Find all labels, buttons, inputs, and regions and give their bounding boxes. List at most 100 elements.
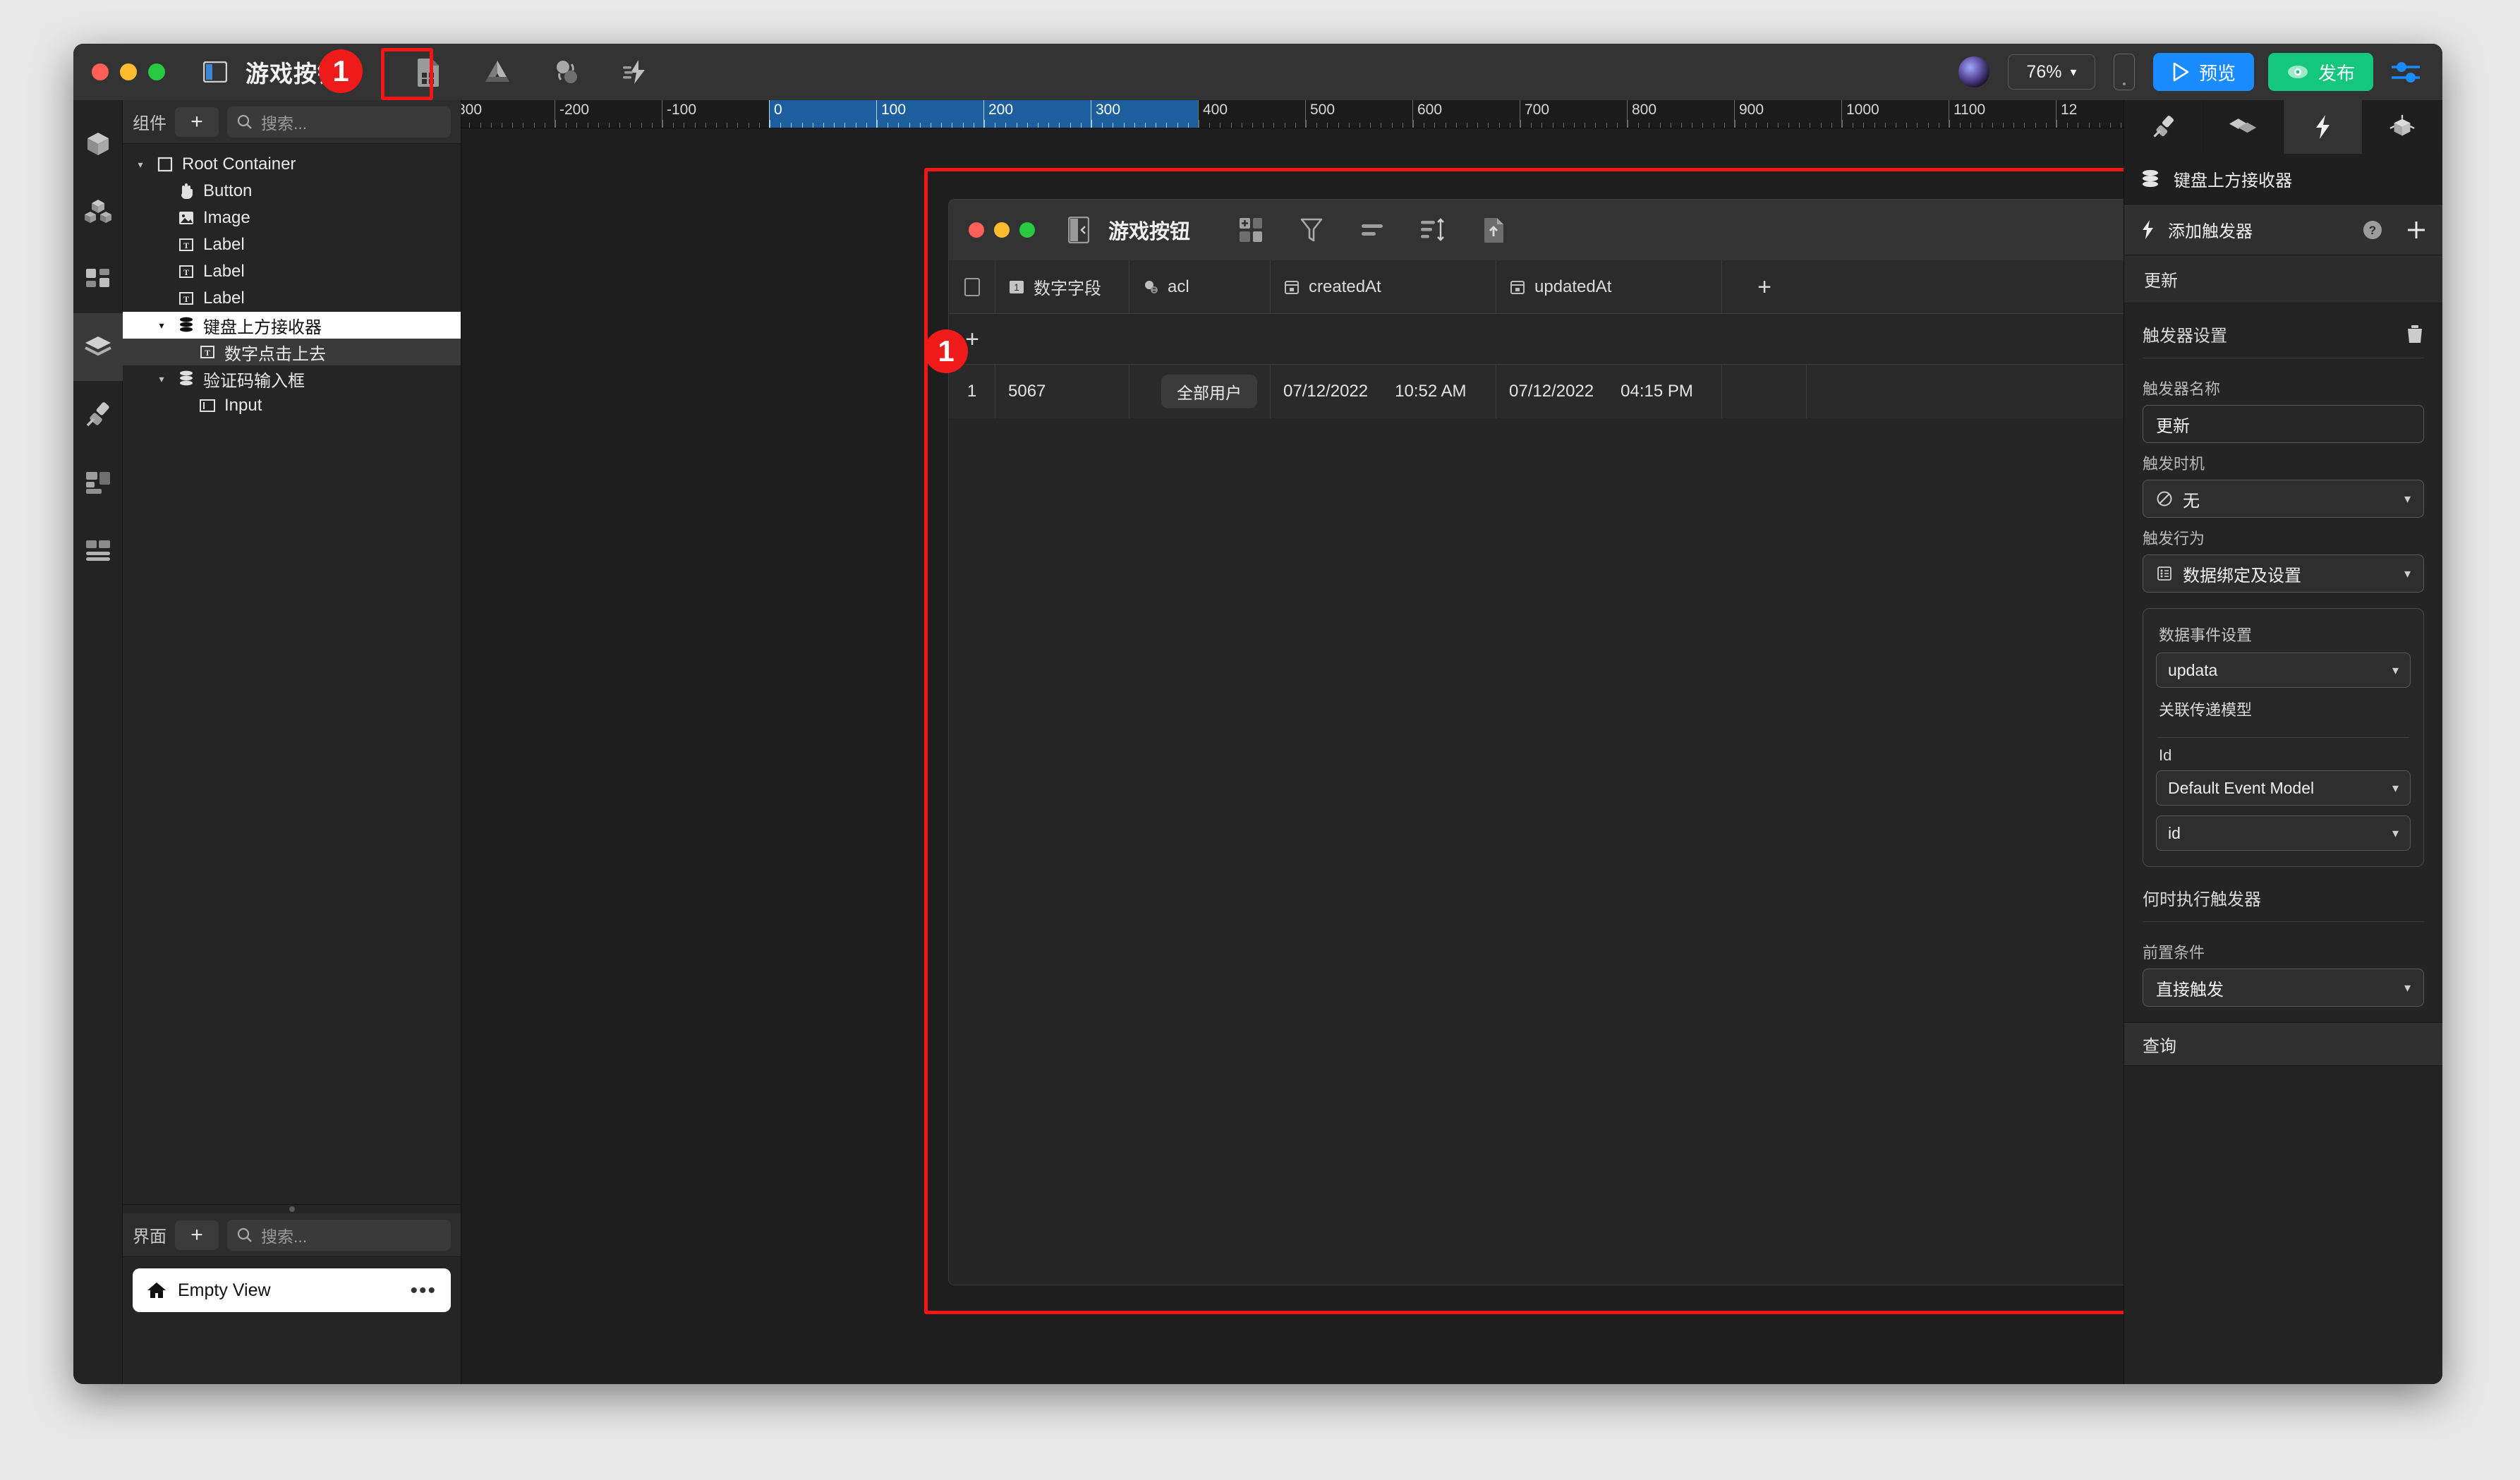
tab-style[interactable] bbox=[2124, 100, 2204, 154]
sync-icon[interactable] bbox=[545, 51, 588, 92]
event-field-select[interactable]: id ▾ bbox=[2156, 815, 2411, 851]
sort-order-icon[interactable] bbox=[1413, 210, 1453, 250]
table-header-updated-label: updatedAt bbox=[1534, 277, 1612, 296]
table-header-created[interactable]: createdAt bbox=[1271, 260, 1496, 313]
rail-list-layout-icon[interactable] bbox=[73, 516, 123, 584]
trash-icon bbox=[2408, 324, 2422, 343]
svg-text:T: T bbox=[183, 267, 189, 277]
checkbox-icon[interactable] bbox=[964, 277, 980, 296]
rail-component-icon[interactable] bbox=[73, 110, 123, 178]
row-created-cell[interactable]: 07/12/2022 10:52 AM bbox=[1271, 365, 1496, 418]
tree-item-5[interactable]: T Label bbox=[123, 285, 461, 312]
calendar-icon bbox=[1510, 280, 1525, 294]
table-row[interactable]: 1 5067 全部用户 07/12/2022 10:52 AM 07/12/20… bbox=[949, 365, 2124, 418]
trigger-action-select[interactable]: 数据绑定及设置 ▾ bbox=[2143, 554, 2424, 593]
tree-item-6[interactable]: ▾ 键盘上方接收器 bbox=[123, 312, 461, 339]
tree-item-4[interactable]: T Label bbox=[123, 258, 461, 285]
tab-layers[interactable] bbox=[2204, 100, 2284, 154]
trigger-timing-select[interactable]: 无 ▾ bbox=[2143, 480, 2424, 518]
add-component-button[interactable]: + bbox=[175, 107, 219, 137]
rail-components-group-icon[interactable] bbox=[73, 178, 123, 245]
rail-paintbrush-icon[interactable] bbox=[73, 381, 123, 449]
spreadsheet-icon[interactable] bbox=[406, 51, 450, 92]
tree-item-3[interactable]: T Label bbox=[123, 231, 461, 258]
publish-button[interactable]: 发布 bbox=[2267, 53, 2373, 91]
svg-text:1: 1 bbox=[1014, 281, 1019, 293]
chevron-down-icon[interactable]: ▾ bbox=[133, 159, 148, 171]
tree-item-2[interactable]: Image bbox=[123, 205, 461, 231]
row-updated-cell[interactable]: 07/12/2022 04:15 PM bbox=[1496, 365, 1722, 418]
list-item[interactable]: Empty View ••• bbox=[133, 1268, 451, 1312]
tab-components[interactable] bbox=[2363, 100, 2442, 154]
ruler-segment: 1100 bbox=[1949, 100, 2056, 128]
panel-collapse-icon[interactable] bbox=[1059, 210, 1098, 250]
view-search-input[interactable]: 搜索... bbox=[227, 1219, 451, 1251]
calendar-icon bbox=[1285, 280, 1299, 294]
dt-maximize-button[interactable] bbox=[1019, 222, 1035, 238]
rail-layers-icon[interactable] bbox=[73, 313, 123, 381]
tree-item-label: 键盘上方接收器 bbox=[203, 317, 322, 337]
sidebar-toggle-icon[interactable] bbox=[193, 51, 237, 92]
minimize-window-button[interactable] bbox=[120, 63, 137, 80]
dt-minimize-button[interactable] bbox=[994, 222, 1010, 238]
trigger-list-item[interactable]: 更新 bbox=[2124, 255, 2442, 303]
lightning-fast-icon[interactable] bbox=[614, 51, 658, 92]
tree-item-8[interactable]: ▾ 验证码输入框 bbox=[123, 365, 461, 392]
plus-icon bbox=[2408, 221, 2425, 238]
event-model-select[interactable]: Default Event Model ▾ bbox=[2156, 770, 2411, 806]
rail-layout-icon[interactable] bbox=[73, 449, 123, 516]
sort-lines-icon[interactable] bbox=[1352, 210, 1392, 250]
panel-resize-grip[interactable] bbox=[123, 1205, 461, 1213]
add-column-icon[interactable] bbox=[1231, 210, 1271, 250]
query-section[interactable]: 查询 bbox=[2124, 1022, 2442, 1066]
upload-file-icon[interactable] bbox=[1474, 210, 1513, 250]
filter-icon[interactable] bbox=[1292, 210, 1331, 250]
created-date: 07/12/2022 bbox=[1283, 382, 1369, 401]
settings-sliders-icon[interactable] bbox=[2387, 54, 2424, 90]
rail-grid-icon[interactable] bbox=[73, 245, 123, 313]
design-canvas[interactable]: 1 游戏按钮 1 数字字段 acl createdAt updatedAt + … bbox=[461, 128, 2124, 1384]
dt-close-button[interactable] bbox=[969, 222, 984, 238]
add-column-button[interactable]: + bbox=[1722, 260, 1807, 313]
table-add-row[interactable]: + bbox=[949, 314, 2124, 365]
data-event-select[interactable]: updata ▾ bbox=[2156, 653, 2411, 688]
row-acl-cell[interactable]: 全部用户 bbox=[1129, 365, 1271, 418]
chevron-down-icon[interactable]: ▾ bbox=[154, 373, 169, 385]
app-body: 组件 + 搜索... ▾ Root Container Button Image T La… bbox=[73, 100, 2442, 1384]
table-header-updated[interactable]: updatedAt bbox=[1496, 260, 1722, 313]
user-avatar[interactable] bbox=[1958, 56, 1989, 87]
zoom-level-selector[interactable]: 76% ▾ bbox=[2007, 54, 2095, 90]
row-num-value[interactable]: 5067 bbox=[995, 365, 1129, 418]
preview-button[interactable]: 预览 bbox=[2152, 53, 2254, 91]
tab-triggers[interactable] bbox=[2283, 100, 2363, 154]
tree-item-9[interactable]: Input bbox=[123, 392, 461, 419]
svg-text:T: T bbox=[183, 241, 189, 250]
component-box-icon bbox=[2389, 114, 2415, 136]
tree-item-7[interactable]: T 数字点击上去 bbox=[123, 339, 461, 365]
query-section-label: 查询 bbox=[2143, 1036, 2176, 1056]
add-view-button[interactable]: + bbox=[175, 1220, 219, 1250]
tree-item-label: Input bbox=[224, 396, 262, 415]
view-search-placeholder: 搜索... bbox=[261, 1227, 308, 1246]
tree-item-label: 数字点击上去 bbox=[224, 344, 326, 364]
device-preview-button[interactable] bbox=[2113, 54, 2135, 90]
chevron-down-icon[interactable]: ▾ bbox=[154, 320, 169, 332]
maximize-window-button[interactable] bbox=[148, 63, 165, 80]
view-item-menu-icon[interactable]: ••• bbox=[410, 1280, 437, 1301]
preview-button-label: 预览 bbox=[2198, 62, 2236, 84]
trigger-name-input[interactable]: 更新 bbox=[2143, 405, 2424, 443]
add-trigger-row[interactable]: 添加触发器 ? bbox=[2124, 205, 2442, 255]
precondition-select[interactable]: 直接触发 ▾ bbox=[2143, 969, 2424, 1007]
table-header-acl[interactable]: acl bbox=[1129, 260, 1271, 313]
drive-icon[interactable] bbox=[475, 51, 519, 92]
tree-item-0[interactable]: ▾ Root Container bbox=[123, 151, 461, 178]
tree-item-1[interactable]: Button bbox=[123, 178, 461, 205]
table-header-checkbox[interactable] bbox=[949, 260, 995, 313]
tree-item-label: Label bbox=[203, 262, 245, 281]
table-header-num[interactable]: 1 数字字段 bbox=[995, 260, 1129, 313]
data-table-window: 游戏按钮 1 数字字段 acl createdAt updatedAt + + … bbox=[948, 199, 2124, 1285]
component-search-input[interactable]: 搜索... bbox=[227, 106, 451, 138]
screenshot-root: 游戏按钮 76% ▾ 预览 发布 组件 + 搜索... ▾ Root Conta… bbox=[0, 0, 2520, 1480]
close-window-button[interactable] bbox=[92, 63, 109, 80]
ruler-tick-label: 0 bbox=[774, 102, 782, 118]
